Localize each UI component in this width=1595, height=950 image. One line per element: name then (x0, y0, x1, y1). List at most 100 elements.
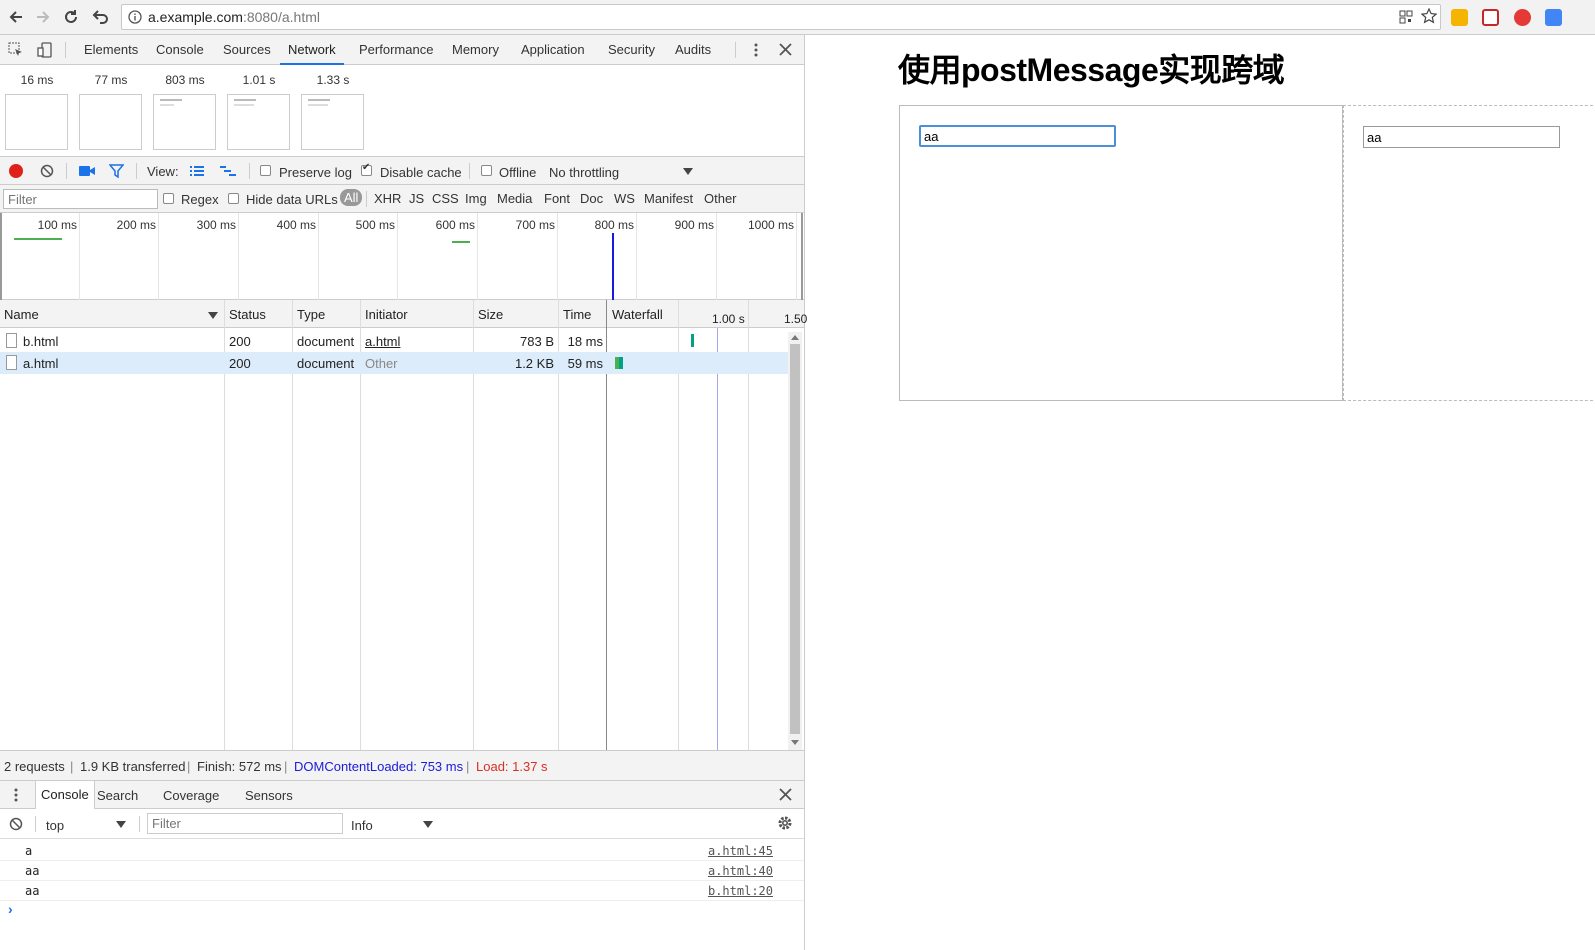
tab-audits[interactable]: Audits (675, 35, 711, 65)
disable-cache-checkbox[interactable] (361, 162, 372, 176)
frame-thumbnail (153, 94, 216, 150)
filmstrip-frame[interactable]: 77 ms (79, 65, 143, 150)
overview-left-handle[interactable] (0, 213, 2, 300)
back-icon[interactable] (4, 5, 28, 29)
waterfall-view-icon[interactable] (220, 165, 236, 177)
filter-type-xhr[interactable]: XHR (374, 191, 401, 206)
sort-arrow-icon[interactable] (208, 312, 218, 319)
tab-performance[interactable]: Performance (359, 35, 433, 65)
inspect-element-icon[interactable] (8, 42, 24, 58)
console-source-link[interactable]: b.html:20 (708, 884, 773, 898)
filter-type-js[interactable]: JS (409, 191, 424, 206)
tab-application[interactable]: Application (521, 35, 585, 65)
drawer-tab-coverage[interactable]: Coverage (163, 788, 219, 803)
frame-time: 1.33 s (316, 73, 350, 87)
extension-icon-3[interactable] (1514, 9, 1531, 26)
filter-icon[interactable] (109, 164, 124, 178)
message-input-a[interactable] (919, 125, 1116, 147)
drawer-menu-icon[interactable] (13, 787, 19, 803)
filter-type-css[interactable]: CSS (432, 191, 459, 206)
overview-right-handle[interactable] (801, 213, 803, 300)
log-level-select[interactable]: Info (351, 818, 373, 833)
scroll-up-icon[interactable] (791, 335, 799, 340)
filmstrip-frame[interactable]: 16 ms (5, 65, 69, 150)
preserve-log-checkbox[interactable] (260, 165, 271, 176)
bookmark-star-icon[interactable] (1421, 8, 1437, 24)
capture-screenshots-icon[interactable] (79, 165, 95, 177)
info-icon[interactable] (128, 10, 142, 24)
request-status: 200 (229, 356, 251, 371)
filter-type-font[interactable]: Font (544, 191, 570, 206)
console-prompt[interactable]: › (8, 901, 798, 921)
drawer-tab-sensors[interactable]: Sensors (245, 788, 293, 803)
request-initiator-link[interactable]: a.html (365, 334, 400, 349)
filter-type-ws[interactable]: WS (614, 191, 635, 206)
reload-icon[interactable] (59, 5, 83, 29)
iframe-a (899, 105, 1343, 401)
context-chevron-icon[interactable] (116, 821, 126, 828)
table-row[interactable]: a.html 200 document Other 1.2 KB 59 ms (0, 352, 788, 374)
filter-type-all[interactable]: All (340, 189, 363, 206)
chevron-down-icon[interactable] (683, 168, 693, 175)
translate-icon[interactable] (1545, 9, 1562, 26)
col-name-header[interactable]: Name (4, 307, 39, 322)
forward-icon[interactable] (31, 5, 55, 29)
tab-security[interactable]: Security (608, 35, 655, 65)
drawer-tab-console[interactable]: Console (35, 781, 95, 809)
console-source-link[interactable]: a.html:45 (708, 844, 773, 858)
close-devtools-icon[interactable] (779, 43, 792, 56)
console-source-link[interactable]: a.html:40 (708, 864, 773, 878)
col-initiator-header[interactable]: Initiator (365, 307, 408, 322)
list-view-icon[interactable] (190, 165, 204, 177)
tab-sources[interactable]: Sources (223, 35, 271, 65)
filmstrip-frame[interactable]: 803 ms (153, 65, 217, 150)
undo-icon[interactable] (88, 5, 112, 29)
col-status-header[interactable]: Status (229, 307, 266, 322)
col-type-header[interactable]: Type (297, 307, 325, 322)
table-scrollbar[interactable] (788, 332, 802, 750)
tab-elements[interactable]: Elements (84, 35, 138, 65)
clear-console-icon[interactable] (9, 817, 23, 831)
qr-code-icon[interactable] (1399, 10, 1413, 24)
filter-type-img[interactable]: Img (465, 191, 487, 206)
tab-network[interactable]: Network (280, 35, 344, 65)
message-input-b[interactable] (1363, 126, 1560, 148)
device-toolbar-icon[interactable] (37, 42, 53, 58)
filter-type-manifest[interactable]: Manifest (644, 191, 693, 206)
clear-icon[interactable] (40, 164, 54, 178)
col-waterfall-header[interactable]: Waterfall (612, 307, 663, 322)
filter-type-media[interactable]: Media (497, 191, 532, 206)
gear-icon[interactable] (777, 815, 793, 831)
network-filter-input[interactable] (3, 189, 158, 209)
extension-icon-2[interactable] (1482, 9, 1499, 26)
col-time-header[interactable]: Time (563, 307, 591, 322)
filter-type-doc[interactable]: Doc (580, 191, 603, 206)
context-select[interactable]: top (46, 818, 64, 833)
throttling-select[interactable]: No throttling (549, 165, 619, 180)
filmstrip-frame[interactable]: 1.01 s (227, 65, 291, 150)
tab-memory[interactable]: Memory (452, 35, 499, 65)
overview-tick: 900 ms (674, 218, 714, 232)
network-overview[interactable]: 100 ms 200 ms 300 ms 400 ms 500 ms 600 m… (0, 213, 804, 300)
drawer-tab-search[interactable]: Search (97, 788, 138, 803)
more-menu-icon[interactable] (752, 42, 760, 58)
regex-checkbox[interactable] (163, 193, 174, 204)
record-button[interactable] (9, 164, 23, 178)
filter-type-other[interactable]: Other (704, 191, 737, 206)
close-drawer-icon[interactable] (779, 788, 792, 801)
scrollbar-thumb[interactable] (790, 344, 800, 734)
filmstrip-frame[interactable]: 1.33 s (301, 65, 365, 150)
table-row[interactable]: b.html 200 document a.html 783 B 18 ms (0, 330, 788, 352)
offline-checkbox[interactable] (481, 165, 492, 176)
address-bar[interactable]: a.example.com:8080/a.html (121, 4, 1441, 30)
col-size-header[interactable]: Size (478, 307, 503, 322)
console-filter-input[interactable] (147, 813, 343, 834)
overview-bar (452, 241, 470, 243)
frame-thumbnail (227, 94, 290, 150)
hide-data-urls-checkbox[interactable] (228, 193, 239, 204)
level-chevron-icon[interactable] (423, 821, 433, 828)
extension-icon-1[interactable] (1451, 9, 1468, 26)
scroll-down-icon[interactable] (791, 740, 799, 745)
tab-console[interactable]: Console (156, 35, 204, 65)
waterfall-bar (691, 334, 694, 347)
